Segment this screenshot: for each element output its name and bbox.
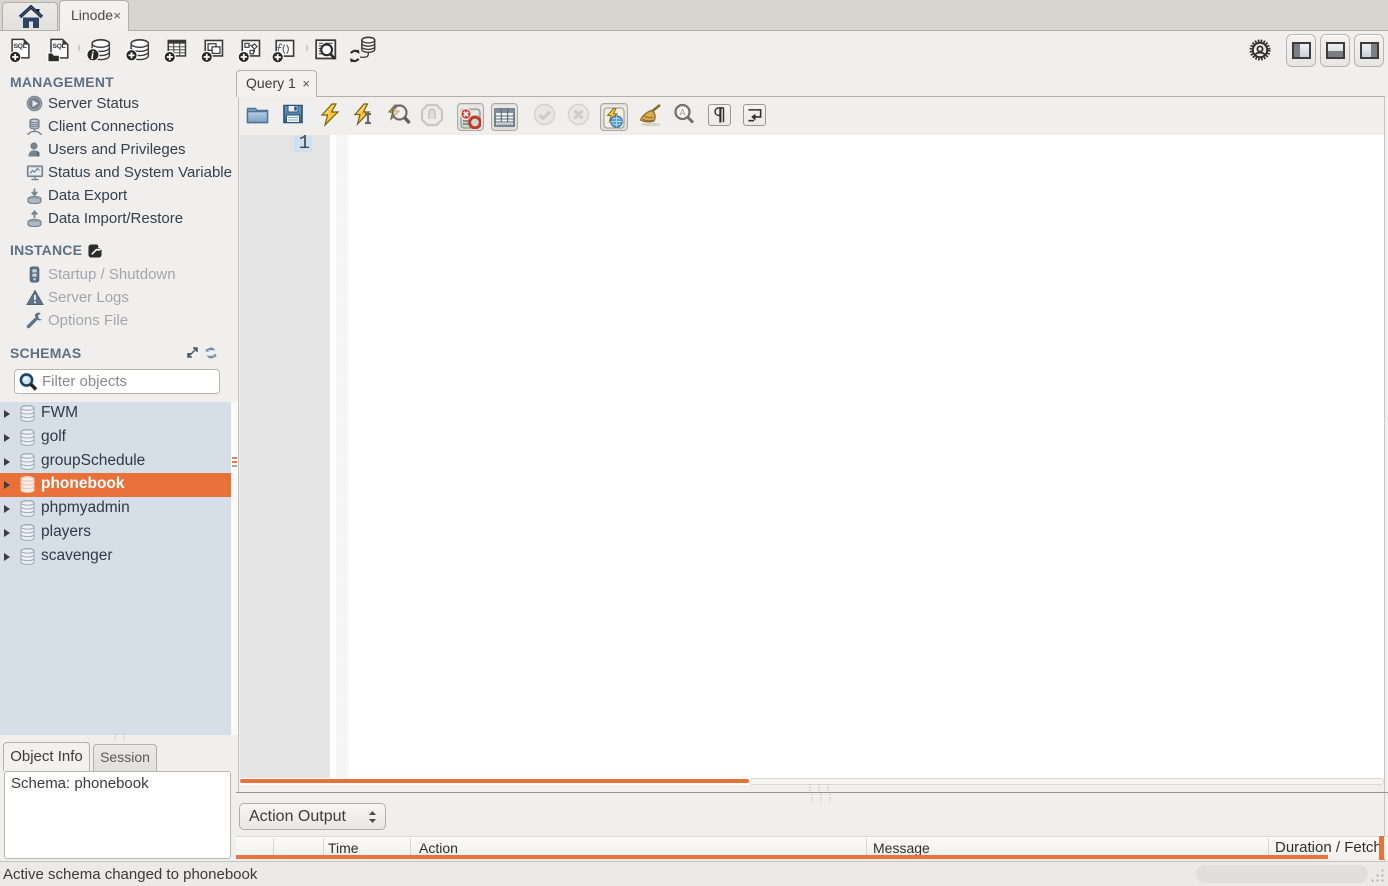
svg-text:SQL: SQL [14, 43, 27, 50]
svg-text:SQL: SQL [52, 43, 65, 50]
svg-text:A: A [680, 108, 686, 118]
